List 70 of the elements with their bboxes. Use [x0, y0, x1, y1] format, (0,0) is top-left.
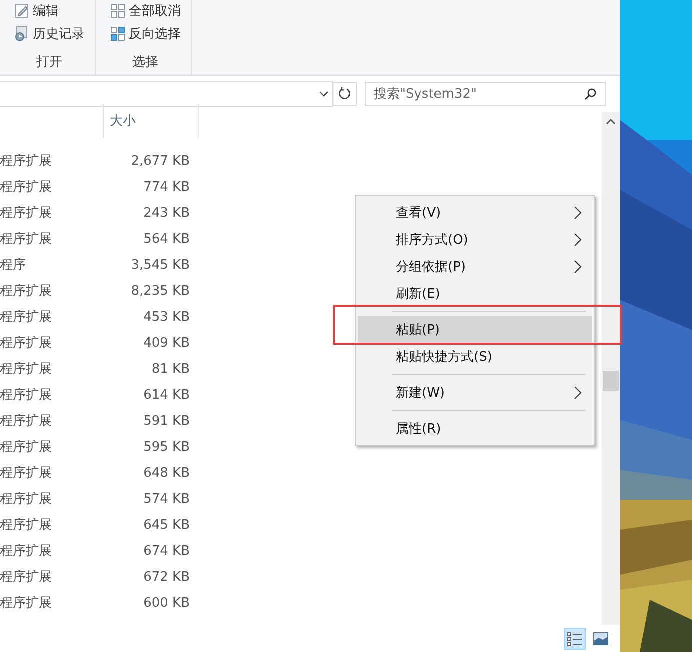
table-cell-text: 8,235 KB: [130, 284, 190, 298]
menu-item[interactable]: 查看(V): [358, 199, 592, 226]
menu-item[interactable]: 新建(W): [358, 379, 592, 406]
menu-item[interactable]: 属性(R): [358, 415, 592, 442]
table-cell-text: 672 KB: [142, 570, 190, 584]
table-cell-text: 453 KB: [142, 310, 190, 324]
menu-item[interactable]: 分组依据(P): [358, 253, 592, 280]
scroll-thumb[interactable]: [603, 371, 619, 391]
group-label: 选择: [132, 54, 160, 72]
table-cell-text: 645 KB: [142, 518, 190, 532]
table-cell-text: 409 KB: [142, 336, 190, 350]
table-cell-text: 程序扩展: [0, 231, 53, 248]
ribbon-button[interactable]: 历史记录: [14, 24, 85, 44]
table-cell-text: 程序: [0, 257, 27, 274]
table-cell-text: 程序扩展: [0, 153, 53, 170]
menu-item[interactable]: 排序方式(O): [358, 226, 592, 253]
chevron-right-icon: [574, 232, 582, 246]
table-cell-text: 程序扩展: [0, 179, 53, 196]
group-label: 打开: [36, 54, 64, 72]
table-cell-text: 程序扩展: [0, 543, 53, 560]
table-cell-text: 2,677 KB: [130, 154, 190, 168]
table-cell-text: 程序扩展: [0, 361, 53, 378]
table-cell-text: 81 KB: [150, 362, 190, 376]
table-cell-text: 600 KB: [142, 596, 190, 610]
table-cell-text: 程序扩展: [0, 283, 53, 300]
table-cell-text: 程序扩展: [0, 387, 53, 404]
grid-icon: [110, 26, 126, 42]
address-field[interactable]: [0, 81, 333, 107]
table-cell-text: 程序扩展: [0, 309, 53, 326]
chevron-right-icon: [574, 386, 582, 400]
search-field[interactable]: 搜索"System32": [365, 82, 606, 106]
menu-item[interactable]: 粘贴(P): [358, 316, 592, 343]
menu-item[interactable]: 刷新(E): [358, 280, 592, 307]
table-cell-text: 程序扩展: [0, 439, 53, 456]
ribbon-button[interactable]: 反向选择: [110, 24, 181, 44]
table-cell-text: 程序扩展: [0, 491, 53, 508]
scrollbar[interactable]: [602, 112, 620, 625]
chevron-right-icon: [574, 206, 582, 220]
table-cell-text: 574 KB: [142, 492, 190, 506]
ribbon-button[interactable]: 编辑: [14, 1, 85, 21]
scroll-up-icon[interactable]: [606, 118, 616, 125]
table-cell-text: 程序扩展: [0, 335, 53, 352]
table-cell-text: 774 KB: [142, 180, 190, 194]
table-cell-text: 564 KB: [142, 232, 190, 246]
refresh-icon: [338, 87, 352, 101]
ribbon-button[interactable]: 全部取消: [110, 1, 181, 21]
column-header[interactable]: 大小: [103, 104, 199, 138]
table-cell-text: 程序扩展: [0, 517, 53, 534]
table-cell-text: 3,545 KB: [130, 258, 190, 272]
table-cell-text: 243 KB: [142, 206, 190, 220]
table-cell-text: 程序扩展: [0, 569, 53, 586]
pencil-icon: [14, 3, 30, 19]
table-cell-text: 程序扩展: [0, 465, 53, 482]
history-icon: [14, 26, 30, 42]
table-cell-text: 程序扩展: [0, 413, 53, 430]
chevron-down-icon[interactable]: [319, 90, 329, 98]
table-cell-text: 591 KB: [142, 414, 190, 428]
details-view-icon: [567, 630, 583, 646]
grid-icon: [110, 3, 126, 19]
table-cell-text: 648 KB: [142, 466, 190, 480]
table-cell-text: 674 KB: [142, 544, 190, 558]
table-cell-text: 614 KB: [142, 388, 190, 402]
menu-item[interactable]: 粘贴快捷方式(S): [358, 343, 592, 370]
chevron-right-icon: [574, 260, 582, 274]
table-cell-text: 程序扩展: [0, 595, 53, 612]
search-icon[interactable]: [584, 88, 597, 101]
refresh-button[interactable]: [333, 82, 357, 106]
table-cell-text: 595 KB: [142, 440, 190, 454]
table-cell-text: 程序扩展: [0, 205, 53, 222]
details-view-button[interactable]: [564, 628, 586, 650]
